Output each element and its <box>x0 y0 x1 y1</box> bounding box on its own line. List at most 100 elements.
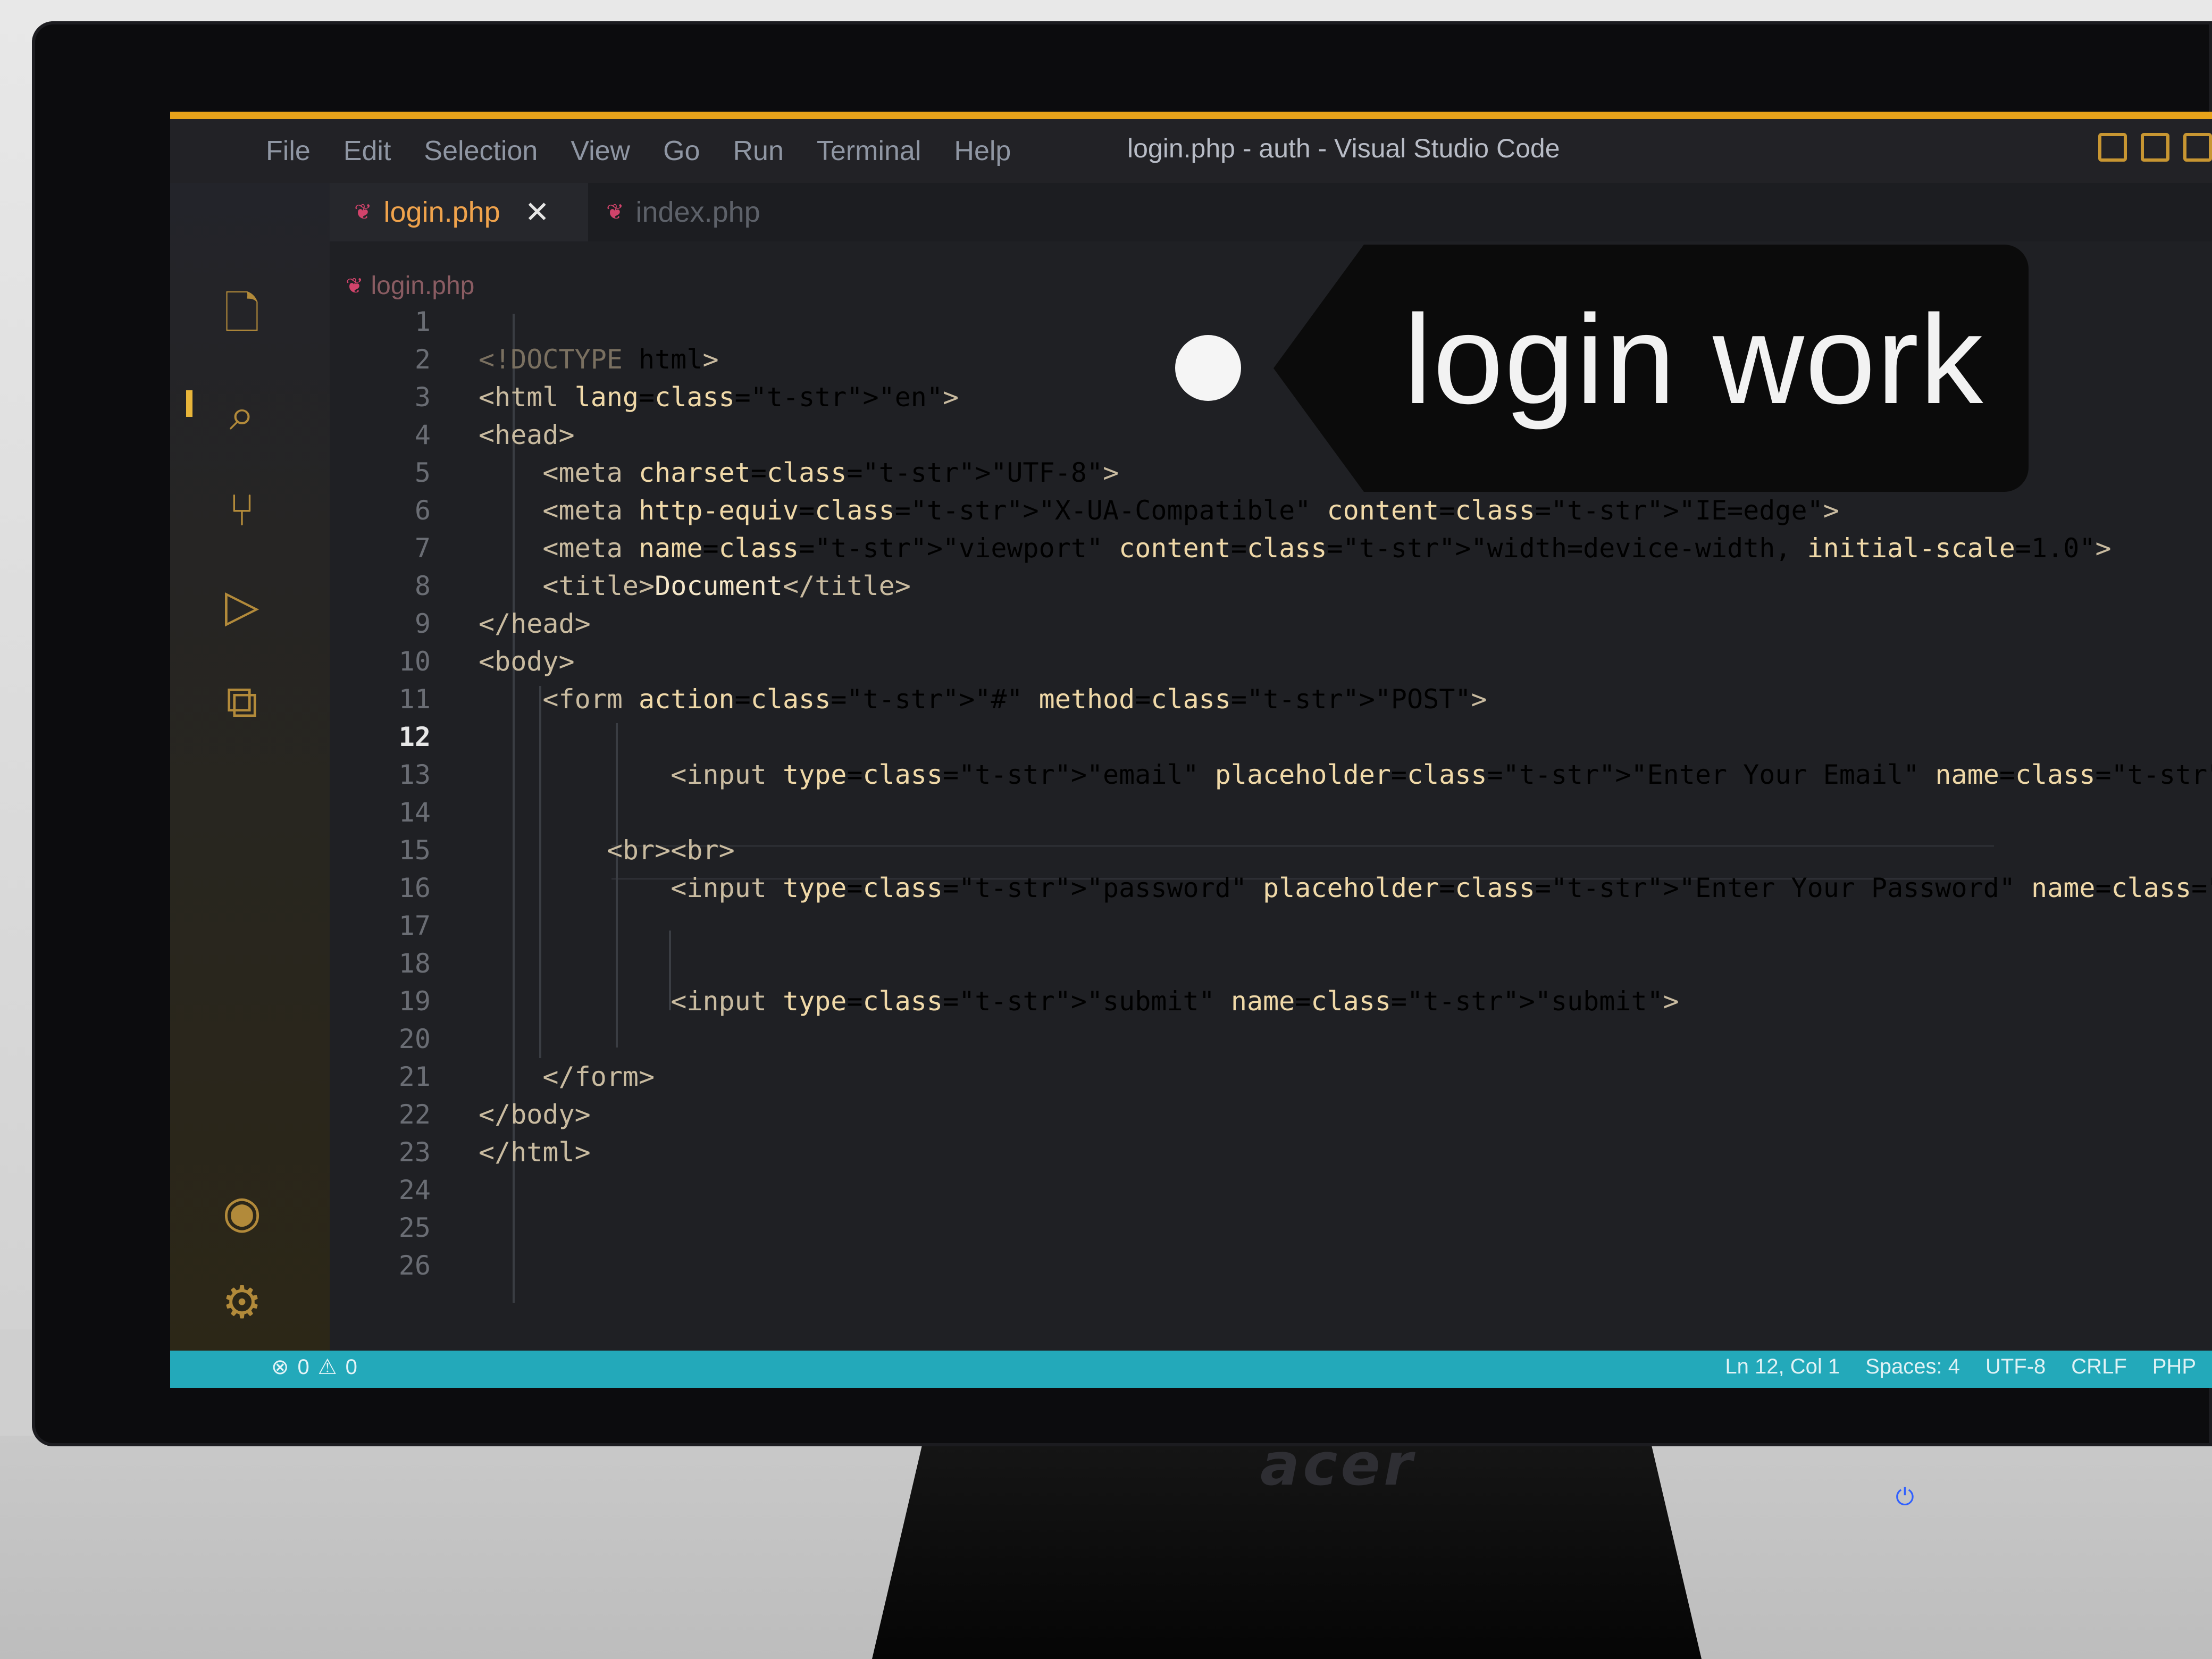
code-line[interactable]: 12 <box>346 718 479 756</box>
line-number: 2 <box>414 344 431 375</box>
code-line[interactable]: 21 </form> <box>346 1058 655 1095</box>
menu-terminal[interactable]: Terminal <box>817 135 921 167</box>
cursor-position[interactable]: Ln 12, Col 1 <box>1725 1355 1840 1379</box>
code-text: </form> <box>542 1061 655 1092</box>
editor-tabs: ❦ login.php ✕ ❦ index.php <box>330 183 2212 241</box>
code-line[interactable]: 9 </head> <box>346 605 591 642</box>
menu-go[interactable]: Go <box>663 135 700 167</box>
line-number: 15 <box>398 835 431 866</box>
code-line[interactable]: 8 <title>Document</title> <box>346 567 911 605</box>
run-debug-icon[interactable]: ▷ <box>213 576 271 635</box>
problems-indicator[interactable]: ⊗ 0 ⚠ 0 <box>271 1355 357 1379</box>
extensions-icon[interactable]: ⧉ <box>213 672 271 731</box>
activity-bar: 🗋 ⌕ ⑂ ▷ ⧉ ◉ ⚙ <box>170 183 330 1351</box>
code-text: <input type=class="t-str">"submit" name=… <box>671 986 1679 1017</box>
code-line[interactable]: 5 <meta charset=class="t-str">"UTF-8"> <box>346 454 1119 491</box>
settings-gear-icon[interactable]: ⚙ <box>213 1273 271 1331</box>
code-line[interactable]: 20 <box>346 1020 479 1058</box>
menu-selection[interactable]: Selection <box>424 135 538 167</box>
menu-view[interactable]: View <box>571 135 630 167</box>
line-number: 12 <box>398 722 431 752</box>
code-text: <meta http-equiv=class="t-str">"X-UA-Com… <box>542 495 1839 526</box>
line-ending[interactable]: CRLF <box>2071 1355 2126 1379</box>
toggle-secondary-sidebar-icon[interactable] <box>2183 133 2212 162</box>
window-title: login.php - auth - Visual Studio Code <box>1127 133 1560 163</box>
code-line[interactable]: 15 <br><br> <box>346 832 735 869</box>
code-text: <br><br> <box>606 835 735 866</box>
files-icon[interactable]: 🗋 <box>213 284 271 342</box>
tab-index-php[interactable]: ❦ index.php <box>606 183 760 241</box>
code-line[interactable]: 22 </body> <box>346 1096 591 1133</box>
code-text: </head> <box>479 608 591 639</box>
title-bar: File Edit Selection View Go Run Terminal… <box>170 119 2212 183</box>
line-number: 1 <box>414 306 431 337</box>
line-number: 3 <box>414 382 431 413</box>
line-number: 26 <box>398 1250 431 1281</box>
line-number: 10 <box>398 646 431 677</box>
line-number: 9 <box>414 608 431 639</box>
code-line[interactable]: 25 <box>346 1209 479 1246</box>
code-text: <meta name=class="t-str">"viewport" cont… <box>542 533 2112 564</box>
search-icon[interactable]: ⌕ <box>213 385 271 443</box>
code-line[interactable]: 10 <body> <box>346 643 575 680</box>
php-file-icon: ❦ <box>354 200 372 224</box>
toggle-panel-icon[interactable] <box>2141 133 2169 162</box>
warning-icon: ⚠ <box>317 1355 337 1379</box>
php-file-icon: ❦ <box>606 200 624 224</box>
toggle-sidebar-icon[interactable] <box>2098 133 2127 162</box>
status-bar: ⊗ 0 ⚠ 0 Ln 12, Col 1 Spaces: 4 UTF-8 CRL… <box>170 1351 2212 1388</box>
line-number: 16 <box>398 873 431 903</box>
code-text: </html> <box>479 1137 591 1168</box>
code-line[interactable]: 18 <box>346 945 479 982</box>
code-line[interactable]: 7 <meta name=class="t-str">"viewport" co… <box>346 530 2112 567</box>
menu-help[interactable]: Help <box>954 135 1011 167</box>
tab-label: index.php <box>635 196 760 228</box>
code-line[interactable]: 6 <meta http-equiv=class="t-str">"X-UA-C… <box>346 492 1839 529</box>
code-line[interactable]: 16 <input type=class="t-str">"password" … <box>346 869 2212 907</box>
code-text: <input type=class="t-str">"password" pla… <box>671 873 2212 903</box>
line-number: 8 <box>414 571 431 601</box>
code-line[interactable]: 14 <box>346 794 479 831</box>
code-line[interactable]: 19 <input type=class="t-str">"submit" na… <box>346 983 1679 1020</box>
error-icon: ⊗ <box>271 1355 289 1379</box>
code-text: <title>Document</title> <box>542 571 911 601</box>
line-number: 14 <box>398 797 431 828</box>
menu-file[interactable]: File <box>266 135 311 167</box>
language-mode[interactable]: PHP <box>2152 1355 2196 1379</box>
menu-edit[interactable]: Edit <box>343 135 391 167</box>
code-line[interactable]: 11 <form action=class="t-str">"#" method… <box>346 681 1487 718</box>
tab-login-php[interactable]: ❦ login.php ✕ <box>330 183 588 241</box>
code-text: <input type=class="t-str">"email" placeh… <box>671 759 2212 790</box>
code-line[interactable]: 26 <box>346 1247 479 1284</box>
code-line[interactable]: 2 <!DOCTYPE html> <box>346 341 719 378</box>
code-line[interactable]: 1 <box>346 303 479 340</box>
code-line[interactable]: 3 <html lang=class="t-str">"en"> <box>346 379 959 416</box>
breadcrumb[interactable]: ❦ login.php <box>346 271 474 300</box>
line-number: 20 <box>398 1024 431 1054</box>
php-file-icon: ❦ <box>346 274 364 298</box>
error-count: 0 <box>297 1355 309 1379</box>
close-icon[interactable]: ✕ <box>525 195 550 230</box>
code-line[interactable]: 23 </html> <box>346 1134 591 1171</box>
line-number: 25 <box>398 1212 431 1243</box>
menu-run[interactable]: Run <box>733 135 783 167</box>
power-indicator-icon[interactable]: ⏻ <box>1896 1484 1914 1511</box>
line-number: 17 <box>398 910 431 941</box>
code-text: <head> <box>479 420 575 450</box>
source-control-icon[interactable]: ⑂ <box>213 481 271 539</box>
encoding[interactable]: UTF-8 <box>1985 1355 2046 1379</box>
line-number: 5 <box>414 457 431 488</box>
line-number: 21 <box>398 1061 431 1092</box>
code-line[interactable]: 17 <box>346 907 479 944</box>
line-number: 6 <box>414 495 431 526</box>
indentation[interactable]: Spaces: 4 <box>1865 1355 1960 1379</box>
breadcrumb-file[interactable]: login.php <box>371 271 475 300</box>
code-text: <html lang=class="t-str">"en"> <box>479 382 959 413</box>
account-icon[interactable]: ◉ <box>213 1183 271 1241</box>
code-line[interactable]: 13 <input type=class="t-str">"email" pla… <box>346 756 2212 793</box>
annotation-label: login work <box>1404 289 1984 430</box>
warning-count: 0 <box>345 1355 357 1379</box>
code-line[interactable]: 24 <box>346 1171 479 1209</box>
code-line[interactable]: 4 <head> <box>346 416 575 454</box>
code-text: <meta charset=class="t-str">"UTF-8"> <box>542 457 1119 488</box>
